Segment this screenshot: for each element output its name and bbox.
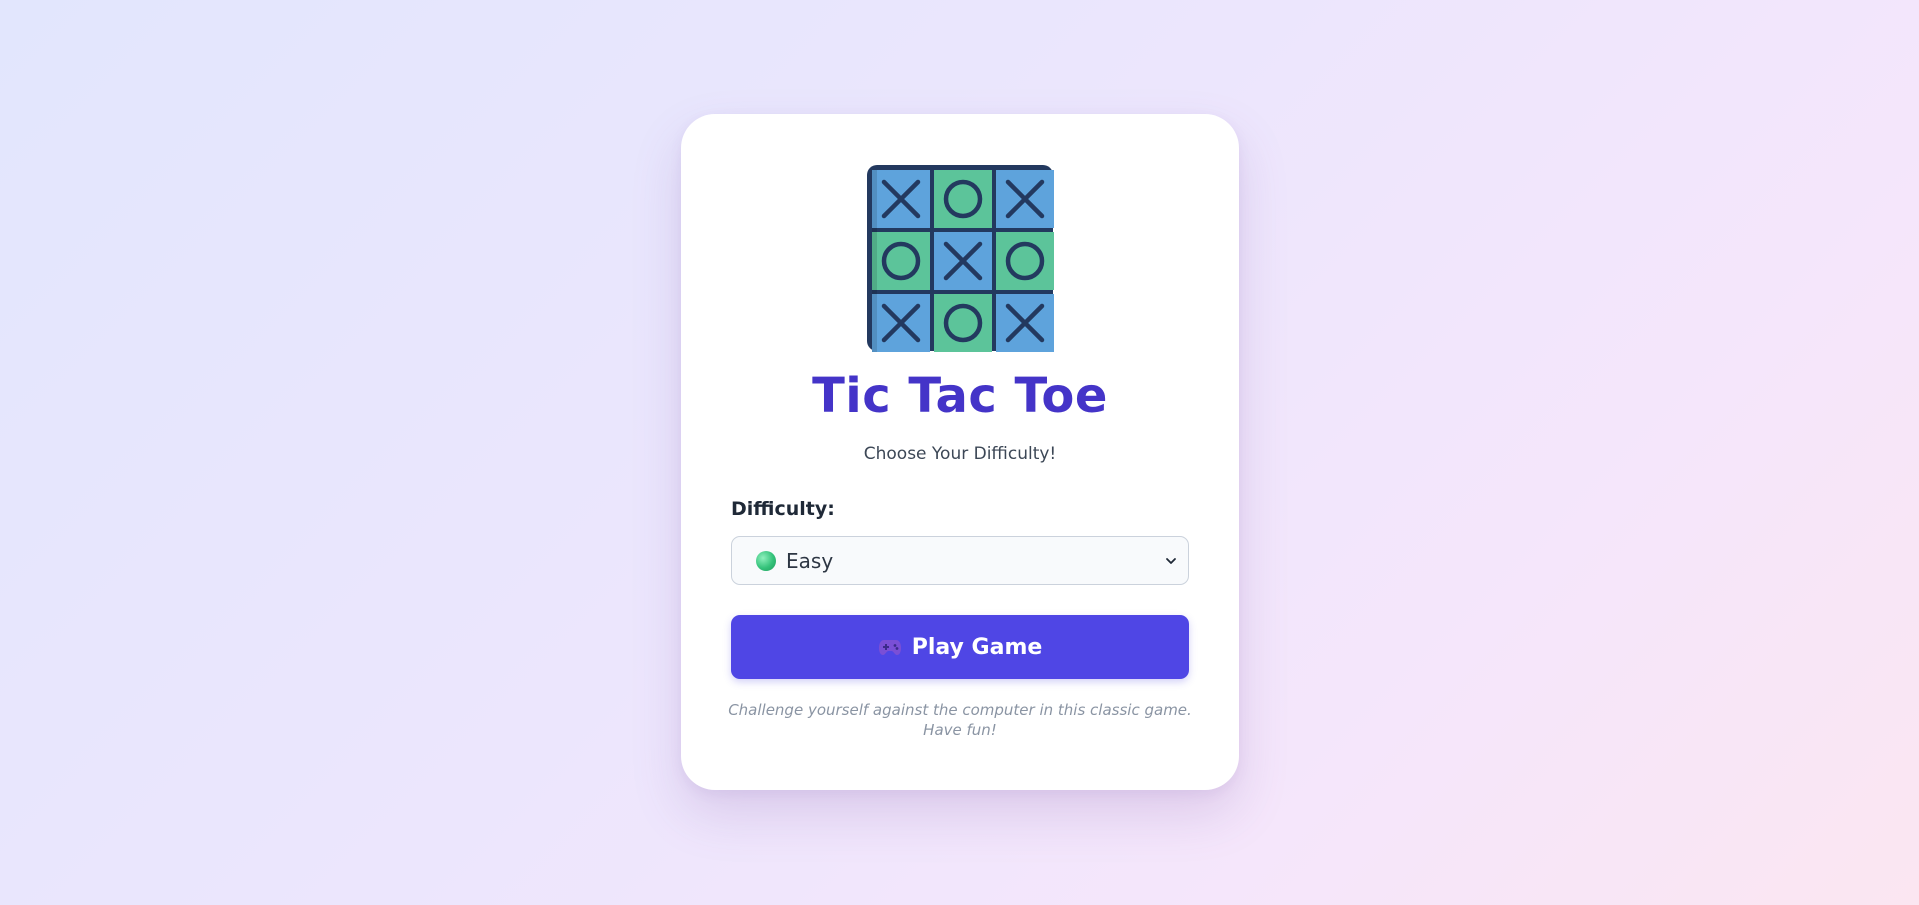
board-cell xyxy=(934,170,992,228)
board-edge-shade xyxy=(872,170,877,352)
difficulty-select[interactable]: Easy xyxy=(731,536,1189,585)
play-game-button[interactable]: Play Game xyxy=(731,615,1189,679)
difficulty-selected-value: Easy xyxy=(786,548,834,573)
game-subtitle: Choose Your Difficulty! xyxy=(863,444,1057,464)
board-cell xyxy=(996,232,1054,290)
difficulty-label: Difficulty: xyxy=(731,498,835,520)
play-game-label: Play Game xyxy=(911,634,1043,660)
board-cell xyxy=(934,294,992,352)
game-title: Tic Tac Toe xyxy=(812,368,1108,424)
board-cell xyxy=(872,232,930,290)
tic-tac-toe-board-icon xyxy=(867,165,1054,352)
footnote-line-1: Challenge yourself against the computer … xyxy=(728,701,1192,719)
chevron-down-icon xyxy=(1166,557,1176,564)
green-dot-icon xyxy=(756,550,776,571)
footnote: Challenge yourself against the computer … xyxy=(721,700,1199,740)
footnote-line-2: Have fun! xyxy=(923,721,997,739)
start-card: Tic Tac Toe Choose Your Difficulty! Diff… xyxy=(681,114,1239,790)
gamepad-icon xyxy=(878,640,901,655)
